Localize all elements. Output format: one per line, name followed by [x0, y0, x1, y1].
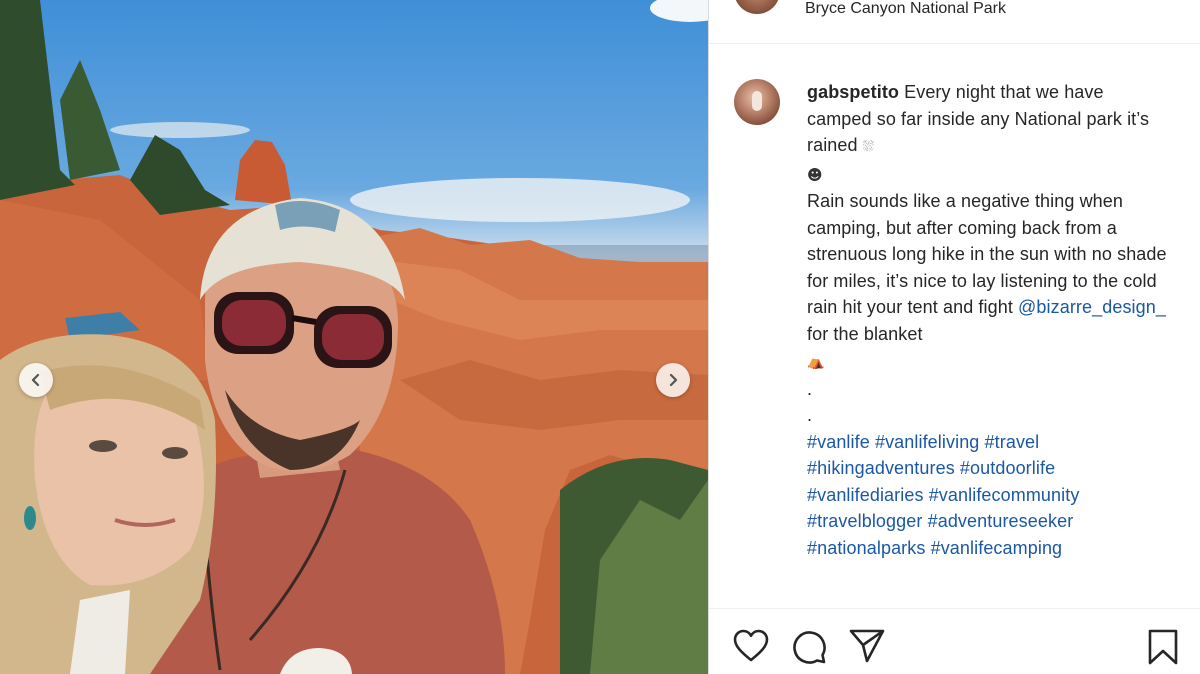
caption-text-3: for the blanket	[807, 323, 923, 344]
post-photo	[0, 0, 708, 674]
action-bar	[709, 608, 1200, 674]
header-avatar[interactable]	[734, 0, 780, 14]
hashtag-link[interactable]: #vanlifecamping	[931, 538, 1063, 558]
caption-emoji-line: ☻	[807, 161, 1167, 189]
hashtag-link[interactable]: #outdoorlife	[960, 458, 1055, 478]
comment-icon	[793, 631, 826, 664]
caption-dot-1: .	[807, 378, 813, 399]
paper-plane-icon	[849, 629, 885, 663]
caption-area: gabspetito Every night that we have camp…	[709, 45, 1200, 608]
hashtag-link[interactable]: #vanlife	[807, 432, 870, 452]
caption: gabspetito Every night that we have camp…	[807, 79, 1167, 561]
hashtag-link[interactable]: #vanlifeliving	[875, 432, 979, 452]
hashtag-link[interactable]: #vanlifecommunity	[929, 485, 1080, 505]
location-link[interactable]: Bryce Canyon National Park	[805, 0, 1006, 18]
hashtag-link[interactable]: #hikingadventures	[807, 458, 955, 478]
username-link[interactable]: gabspetito	[807, 82, 899, 102]
chevron-left-icon	[31, 373, 40, 387]
caption-dot-2: .	[807, 405, 813, 425]
hashtag-link[interactable]: #nationalparks	[807, 538, 925, 558]
hashtag-link[interactable]: #travelblogger	[807, 511, 922, 531]
caption-emoji-line-2: ⛺	[807, 347, 1167, 376]
smiling-face-icon: ☻	[807, 165, 823, 184]
caption-paragraph-2: Rain sounds like a negative thing when c…	[807, 188, 1167, 347]
post-details-panel: Bryce Canyon National Park gabspetito Ev…	[708, 0, 1200, 674]
rain-cloud-icon: ⛆	[862, 139, 875, 155]
previous-photo-button[interactable]	[19, 363, 53, 397]
comment-button[interactable]	[791, 629, 827, 670]
save-button[interactable]	[1147, 629, 1179, 670]
tent-icon: ⛺	[807, 354, 825, 370]
hashtag-link[interactable]: #vanlifediaries	[807, 485, 924, 505]
hashtag-list: #vanlife #vanlifeliving #travel #hikinga…	[807, 429, 1167, 562]
bookmark-icon	[1148, 629, 1178, 665]
hashtag-link[interactable]: #adventureseeker	[928, 511, 1074, 531]
share-button[interactable]	[849, 629, 885, 668]
avatar[interactable]	[734, 79, 780, 125]
next-photo-button[interactable]	[656, 363, 690, 397]
mention-link[interactable]: @bizarre_design_	[1018, 297, 1166, 317]
post-header: Bryce Canyon National Park	[709, 0, 1200, 44]
hashtag-link[interactable]: #travel	[985, 432, 1040, 452]
chevron-right-icon	[669, 373, 678, 387]
caption-paragraph-1: gabspetito Every night that we have camp…	[807, 79, 1167, 161]
photo-image	[0, 0, 708, 674]
heart-icon	[733, 629, 769, 662]
like-button[interactable]	[733, 629, 769, 668]
